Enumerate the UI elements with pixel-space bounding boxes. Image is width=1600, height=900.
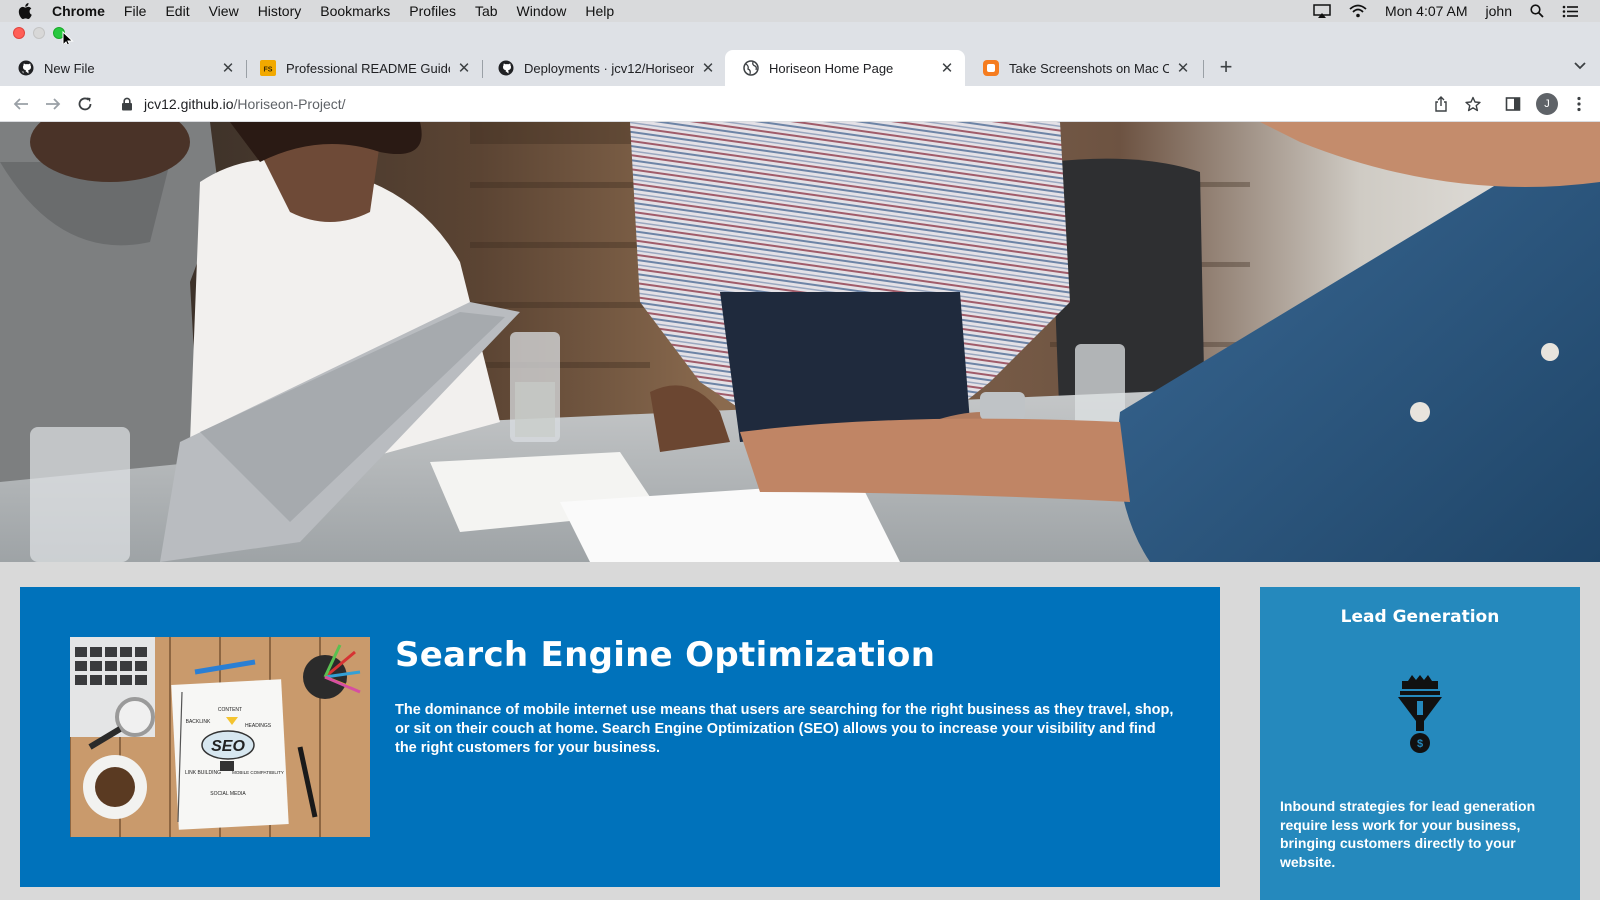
svg-text:FS: FS [264, 67, 273, 74]
tab-readme-guide[interactable]: FS Professional README Guide | T ✕ [242, 50, 482, 86]
user-name[interactable]: john [1486, 3, 1512, 19]
menu-bookmarks[interactable]: Bookmarks [320, 3, 390, 19]
seo-section: SEO CONTENT BACKLINK HEADINGS LINK BUILD… [20, 587, 1220, 887]
tab-title: Deployments · jcv12/Horiseon- [524, 60, 694, 76]
new-tab-button[interactable]: + [1215, 54, 1237, 79]
tab-separator [1203, 60, 1204, 78]
github-icon [498, 60, 514, 76]
svg-text:$: $ [1417, 738, 1423, 750]
hero-image [0, 122, 1600, 562]
profile-avatar[interactable]: J [1536, 93, 1558, 115]
github-icon [18, 60, 34, 76]
tab-deployments[interactable]: Deployments · jcv12/Horiseon- ✕ [480, 50, 726, 86]
close-tab-icon[interactable]: ✕ [1175, 60, 1191, 77]
tab-take-screenshots[interactable]: Take Screenshots on Mac OS w ✕ [965, 50, 1201, 86]
content-word: CONTENT [218, 707, 242, 713]
globe-icon [743, 60, 759, 76]
menu-window[interactable]: Window [517, 3, 567, 19]
back-arrow-icon[interactable] [11, 94, 31, 114]
tab-search-chevron-icon[interactable] [1570, 56, 1590, 76]
url-path: /Horiseon-Project/ [233, 96, 346, 112]
tab-strip: New File ✕ FS Professional README Guide … [0, 44, 1600, 86]
control-center-icon[interactable] [1562, 5, 1578, 18]
side-panel-icon[interactable] [1503, 94, 1523, 114]
address-bar[interactable]: jcv12.github.io/Horiseon-Project/ [108, 90, 1478, 118]
close-tab-icon[interactable]: ✕ [939, 60, 955, 77]
url-host: jcv12.github.io [144, 96, 234, 112]
web-page: SEO CONTENT BACKLINK HEADINGS LINK BUILD… [0, 122, 1600, 900]
clock[interactable]: Mon 4:07 AM [1385, 3, 1468, 19]
airplay-icon[interactable] [1313, 4, 1331, 18]
lead-generation-card: Lead Generation $ Inbound strategies for… [1260, 587, 1580, 900]
mobile-word: MOBILE COMPATIBILITY [232, 770, 284, 775]
window-minimize-button[interactable] [33, 27, 45, 39]
macos-menubar: Chrome File Edit View History Bookmarks … [0, 0, 1600, 22]
seo-word: SEO [211, 738, 245, 755]
menu-help[interactable]: Help [585, 3, 614, 19]
status-area: Mon 4:07 AM john [1295, 3, 1578, 19]
browser-toolbar: jcv12.github.io/Horiseon-Project/ J [0, 86, 1600, 122]
tab-title: Horiseon Home Page [769, 60, 894, 76]
link-building-word: LINK BUILDING [185, 770, 221, 776]
seo-heading: Search Engine Optimization [395, 635, 936, 675]
tab-title: Take Screenshots on Mac OS w [1009, 60, 1169, 76]
window-close-button[interactable] [13, 27, 25, 39]
social-word: SOCIAL MEDIA [210, 791, 246, 797]
menu-app-name[interactable]: Chrome [52, 3, 105, 19]
bookmark-star-icon[interactable] [1463, 94, 1483, 114]
funnel-gear-icon: $ [1398, 675, 1442, 753]
lead-heading: Lead Generation [1340, 607, 1500, 627]
apple-menu-icon[interactable] [18, 3, 38, 19]
close-tab-icon[interactable]: ✕ [220, 60, 236, 77]
reload-icon[interactable] [75, 94, 95, 114]
share-icon[interactable] [1431, 94, 1451, 114]
menu-history[interactable]: History [258, 3, 302, 19]
menu-edit[interactable]: Edit [165, 3, 189, 19]
seo-image: SEO CONTENT BACKLINK HEADINGS LINK BUILD… [70, 637, 370, 837]
forward-arrow-icon[interactable] [43, 94, 63, 114]
tab-title: New File [44, 60, 95, 76]
menu-profiles[interactable]: Profiles [409, 3, 456, 19]
tab-new-file[interactable]: New File ✕ [0, 50, 246, 86]
seo-description: The dominance of mobile internet use mea… [395, 702, 1174, 756]
backlink-word: BACKLINK [186, 719, 211, 725]
menu-file[interactable]: File [124, 3, 147, 19]
headings-word: HEADINGS [245, 723, 272, 729]
wifi-icon[interactable] [1349, 4, 1367, 18]
tab-title: Professional README Guide | T [286, 60, 450, 76]
spotlight-search-icon[interactable] [1530, 4, 1544, 18]
menu-tab[interactable]: Tab [475, 3, 498, 19]
close-tab-icon[interactable]: ✕ [700, 60, 716, 77]
window-titlebar [0, 22, 1600, 44]
lock-icon[interactable] [120, 97, 134, 111]
orange-icon [983, 60, 999, 76]
tab-horiseon-home[interactable]: Horiseon Home Page ✕ [725, 50, 965, 86]
lead-description: Inbound strategies for lead generation r… [1280, 798, 1536, 870]
more-menu-icon[interactable] [1569, 94, 1589, 114]
menu-view[interactable]: View [209, 3, 239, 19]
fs-icon: FS [260, 60, 276, 76]
close-tab-icon[interactable]: ✕ [456, 60, 472, 77]
